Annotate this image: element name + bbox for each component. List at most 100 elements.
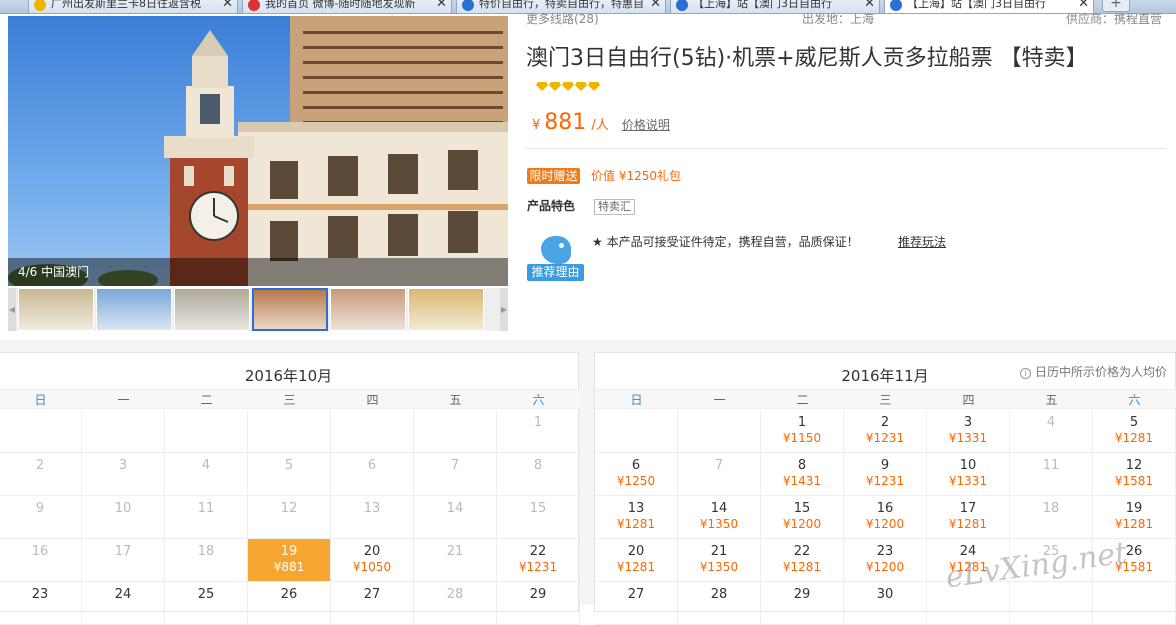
gallery-thumbnail[interactable] bbox=[408, 288, 484, 331]
calendar-day-cell[interactable]: 14 ¥1350 bbox=[678, 496, 761, 539]
gallery-thumbnail[interactable] bbox=[174, 288, 250, 331]
calendar-day-cell[interactable]: 12 ¥1581 bbox=[1093, 453, 1176, 496]
day-number: 13 bbox=[363, 501, 381, 516]
day-number: 11 bbox=[197, 501, 215, 516]
main-photo[interactable]: 4/6 中国澳门 bbox=[8, 16, 508, 286]
calendar-day-cell: 7 bbox=[678, 453, 761, 496]
day-number: 4 bbox=[201, 458, 211, 473]
tab-title: 我的首页 微博-随时随地发现新 bbox=[265, 0, 416, 10]
day-number: 14 bbox=[710, 501, 728, 516]
calendar-day-cell[interactable]: 8 ¥1431 bbox=[761, 453, 844, 496]
calendar-day-cell[interactable]: 30 bbox=[844, 582, 927, 625]
tab-close-icon[interactable]: ✕ bbox=[222, 0, 233, 13]
price-currency: ¥ bbox=[532, 118, 541, 133]
calendar-day-cell[interactable]: 13 ¥1281 bbox=[595, 496, 678, 539]
day-number: 12 bbox=[1125, 458, 1143, 473]
day-price: ¥1200 bbox=[865, 517, 905, 531]
day-number: 28 bbox=[710, 587, 728, 602]
day-number: 19 bbox=[280, 544, 298, 559]
weekday-label: 五 bbox=[449, 393, 462, 407]
browser-tab[interactable]: 我的首页 微博-随时随地发现新 ✕ bbox=[242, 0, 452, 13]
calendar-day-cell: 21 bbox=[414, 539, 497, 582]
calendar-day-cell[interactable]: 22 ¥1231 bbox=[497, 539, 580, 582]
weekday-label: 四 bbox=[366, 393, 379, 407]
calendar-day-cell[interactable]: 5 ¥1281 bbox=[1093, 410, 1176, 453]
calendar-day-cell[interactable]: 19 ¥1281 bbox=[1093, 496, 1176, 539]
calendar-day-cell[interactable]: 2 ¥1231 bbox=[844, 410, 927, 453]
weekday-header: 日一二三四五六 bbox=[595, 389, 1176, 409]
day-number: 27 bbox=[627, 587, 645, 602]
thumb-prev-arrow-icon[interactable]: ◀ bbox=[8, 288, 16, 331]
day-number: 20 bbox=[363, 544, 381, 559]
tab-favicon-icon bbox=[676, 0, 688, 11]
day-number: 6 bbox=[367, 458, 377, 473]
calendar-day-cell bbox=[82, 410, 165, 453]
gallery-thumbnail[interactable] bbox=[330, 288, 406, 331]
calendar-day-cell[interactable]: 3 ¥1331 bbox=[927, 410, 1010, 453]
day-price: ¥1150 bbox=[782, 431, 822, 445]
calendar-day-cell: 9 bbox=[0, 496, 82, 539]
calendar-day-cell[interactable]: 23 bbox=[0, 582, 82, 625]
calendar-day-cell: 28 bbox=[414, 582, 497, 625]
calendar-day-cell[interactable]: 28 bbox=[678, 582, 761, 625]
calendar-day-cell: 4 bbox=[165, 453, 248, 496]
day-number: 5 bbox=[1129, 415, 1139, 430]
day-number: 13 bbox=[627, 501, 645, 516]
day-number: 8 bbox=[533, 458, 543, 473]
calendar-day-cell[interactable]: 25 bbox=[165, 582, 248, 625]
calendar-day-cell[interactable]: 20 ¥1281 bbox=[595, 539, 678, 582]
calendar-day-cell[interactable]: 1 ¥1150 bbox=[761, 410, 844, 453]
more-routes-link[interactable]: 更多线路(28) bbox=[526, 10, 599, 27]
price-unit: /人 bbox=[591, 118, 609, 133]
calendar-day-cell[interactable]: 29 bbox=[497, 582, 580, 625]
calendar-day-cell[interactable]: 9 ¥1231 bbox=[844, 453, 927, 496]
gift-value-text[interactable]: 价值 ¥1250礼包 bbox=[591, 167, 681, 184]
calendar-day-cell[interactable]: 20 ¥1050 bbox=[331, 539, 414, 582]
diamond-icon bbox=[588, 82, 600, 91]
calendar-day-cell[interactable]: 10 ¥1331 bbox=[927, 453, 1010, 496]
day-price: ¥1281 bbox=[1114, 431, 1154, 445]
tab-close-icon[interactable]: ✕ bbox=[436, 0, 447, 13]
calendar-day-cell[interactable]: 23 ¥1200 bbox=[844, 539, 927, 582]
browser-tab[interactable]: 广州出发斯里兰卡8日往返含税 ✕ bbox=[28, 0, 238, 13]
calendar-day-cell[interactable]: 17 ¥1281 bbox=[927, 496, 1010, 539]
calendar-day-cell[interactable]: 15 ¥1200 bbox=[761, 496, 844, 539]
calendar-day-cell[interactable]: 29 bbox=[761, 582, 844, 625]
month-title: 2016年10月 bbox=[244, 367, 333, 385]
calendar-day-cell[interactable]: 19 ¥881 bbox=[248, 539, 331, 582]
day-number: 27 bbox=[363, 587, 381, 602]
day-number: 17 bbox=[114, 544, 132, 559]
day-price: ¥1281 bbox=[782, 560, 822, 574]
calendar-day-cell[interactable]: 22 ¥1281 bbox=[761, 539, 844, 582]
thumbnail-strip: ◀ ▶ bbox=[8, 288, 508, 331]
calendar-day-cell: 6 bbox=[331, 453, 414, 496]
calendar-day-cell bbox=[1010, 582, 1093, 625]
price-note-link[interactable]: 价格说明 bbox=[622, 118, 670, 132]
calendar-day-cell[interactable]: 27 bbox=[595, 582, 678, 625]
thumb-next-arrow-icon[interactable]: ▶ bbox=[500, 288, 508, 331]
weekday-label: 日 bbox=[630, 393, 643, 407]
day-number: 1 bbox=[533, 415, 543, 430]
gallery-thumbnail[interactable] bbox=[18, 288, 94, 331]
gallery-thumbnail[interactable] bbox=[96, 288, 172, 331]
day-number: 14 bbox=[446, 501, 464, 516]
day-number: 18 bbox=[1042, 501, 1060, 516]
weekday-label: 六 bbox=[1128, 393, 1141, 407]
calendar-day-cell[interactable]: 16 ¥1200 bbox=[844, 496, 927, 539]
feature-tag[interactable]: 特卖汇 bbox=[594, 199, 635, 215]
tab-close-icon[interactable]: ✕ bbox=[650, 0, 661, 13]
calendar-day-cell[interactable]: 21 ¥1350 bbox=[678, 539, 761, 582]
calendar-day-cell: 11 bbox=[165, 496, 248, 539]
tab-favicon-icon bbox=[462, 0, 474, 11]
weekday-header: 日一二三四五六 bbox=[0, 389, 580, 409]
gallery-thumbnail[interactable] bbox=[252, 288, 328, 331]
browser-tab[interactable]: 【上海】站【澳门3日自由行 ✕ bbox=[884, 0, 1094, 13]
calendar-day-cell[interactable]: 24 bbox=[82, 582, 165, 625]
calendar-day-cell[interactable]: 6 ¥1250 bbox=[595, 453, 678, 496]
calendar-day-cell: 16 bbox=[0, 539, 82, 582]
day-price: ¥1331 bbox=[948, 474, 988, 488]
day-number: 24 bbox=[114, 587, 132, 602]
calendar-day-cell[interactable]: 26 bbox=[248, 582, 331, 625]
calendar-day-cell[interactable]: 27 bbox=[331, 582, 414, 625]
recommend-play-link[interactable]: 推荐玩法 bbox=[898, 233, 946, 250]
